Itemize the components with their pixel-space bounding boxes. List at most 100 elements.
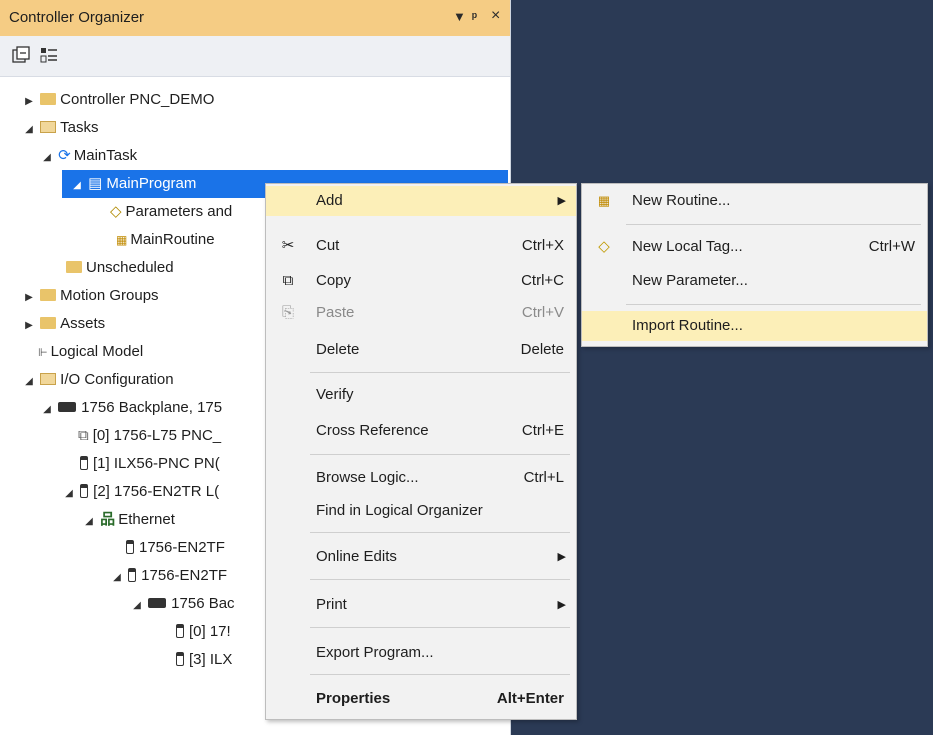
menu-item-verify[interactable]: Verify: [266, 380, 576, 410]
scissors-icon: ✂: [281, 237, 295, 254]
panel-title-bar: Controller Organizer ▼ ᵖ ×: [0, 0, 510, 36]
tree-item-controller[interactable]: ▶ Controller PNC_DEMO: [22, 86, 214, 114]
tree-item-remote-slot0[interactable]: [0] 17!: [176, 618, 231, 646]
paste-icon: ⎘: [281, 304, 294, 321]
submenu-arrow-icon: ▶: [557, 195, 566, 207]
collapse-arrow-icon[interactable]: ◢: [110, 564, 124, 592]
tree-item-ethernet[interactable]: ◢ 品 Ethernet: [82, 506, 175, 534]
program-icon: ▤: [88, 175, 103, 192]
menu-separator: [310, 627, 570, 628]
collapse-arrow-icon[interactable]: ◢: [130, 592, 144, 620]
menu-separator: [310, 579, 570, 580]
menu-item-print[interactable]: Print ▶: [266, 590, 576, 620]
tree-item-backplane-2[interactable]: ◢ 1756 Bac: [130, 590, 235, 620]
tree-item-en2tr-1[interactable]: 1756-EN2TF: [126, 534, 225, 562]
tree-item-label: Ethernet: [118, 511, 175, 528]
submenu-arrow-icon: ▶: [557, 551, 566, 563]
tree-item-label: MainRoutine: [130, 231, 215, 248]
submenu-item-new-local-tag[interactable]: ◇ New Local Tag... Ctrl+W: [582, 232, 927, 262]
menu-item-find-logical[interactable]: Find in Logical Organizer: [266, 496, 576, 526]
tree-item-slot1[interactable]: [1] ILX56-PNC PN(: [80, 450, 220, 478]
menu-item-add[interactable]: Add ▶: [266, 186, 576, 216]
tree-item-label: MainProgram: [106, 175, 197, 192]
menu-item-cut[interactable]: ✂ Cut Ctrl+X: [266, 231, 576, 261]
menu-separator: [310, 532, 570, 533]
menu-item-online-edits[interactable]: Online Edits ▶: [266, 542, 576, 572]
collapse-arrow-icon[interactable]: ◢: [22, 116, 36, 144]
open-folder-icon: [40, 121, 57, 133]
tree-item-unscheduled[interactable]: Unscheduled: [66, 254, 174, 282]
tree-item-label: [0] 1756-L75 PNC_: [92, 427, 222, 444]
tree-item-label: 1756 Bac: [171, 595, 235, 612]
tree-item-assets[interactable]: ▶ Assets: [22, 310, 105, 338]
tree-item-en2tr-2[interactable]: ◢ 1756-EN2TF: [110, 562, 227, 590]
collapse-arrow-icon[interactable]: ◢: [82, 508, 96, 536]
tree-item-mainroutine[interactable]: ▦ MainRoutine: [116, 226, 215, 254]
menu-item-paste[interactable]: ⎘ Paste Ctrl+V: [266, 298, 576, 328]
collapse-all-icon[interactable]: [12, 46, 30, 64]
tree-item-slot0[interactable]: ⧉ [0] 1756-L75 PNC_: [78, 422, 221, 450]
module-icon: [126, 540, 134, 554]
pin-icon[interactable]: ᵖ: [472, 9, 477, 24]
collapse-arrow-icon[interactable]: ◢: [40, 144, 54, 172]
tree-item-label: I/O Configuration: [60, 371, 174, 388]
properties-view-icon[interactable]: [40, 46, 58, 64]
backplane-icon: [58, 402, 77, 412]
submenu-arrow-icon: ▶: [557, 599, 566, 611]
tree-item-motion-groups[interactable]: ▶ Motion Groups: [22, 282, 159, 312]
organizer-toolbar: [0, 36, 510, 77]
tree-item-label: Tasks: [60, 119, 99, 136]
expand-arrow-icon[interactable]: ▶: [22, 88, 36, 116]
menu-item-properties[interactable]: Properties Alt+Enter: [266, 684, 576, 714]
tree-item-label: Motion Groups: [60, 287, 159, 304]
menu-item-browse-logic[interactable]: Browse Logic... Ctrl+L: [266, 463, 576, 493]
menu-item-export-program[interactable]: Export Program...: [266, 638, 576, 668]
collapse-arrow-icon[interactable]: ◢: [22, 368, 36, 396]
tree-item-logical-model[interactable]: ⊩ Logical Model: [38, 338, 143, 366]
menu-separator: [310, 372, 570, 373]
task-cycle-icon: ⟳: [58, 147, 71, 164]
close-icon[interactable]: ×: [491, 7, 500, 25]
collapse-arrow-icon[interactable]: ◢: [70, 172, 84, 200]
tree-item-label: Assets: [60, 315, 106, 332]
tree-item-backplane[interactable]: ◢ 1756 Backplane, 175: [40, 394, 222, 422]
tree-item-remote-slot3[interactable]: [3] ILX: [176, 646, 232, 674]
tree-item-parameters[interactable]: ◇ Parameters and: [110, 198, 232, 226]
module-icon: [128, 568, 137, 582]
add-submenu: ▦ New Routine... ◇ New Local Tag... Ctrl…: [581, 183, 928, 347]
folder-icon: [40, 93, 57, 105]
menu-item-copy[interactable]: ⧉ Copy Ctrl+C: [266, 266, 576, 296]
logical-model-icon: ⊩: [38, 347, 48, 359]
open-folder-icon: [40, 373, 57, 385]
expand-arrow-icon[interactable]: ▶: [22, 312, 36, 340]
tree-item-label: Unscheduled: [86, 259, 174, 276]
tree-item-io-configuration[interactable]: ◢ I/O Configuration: [22, 366, 174, 396]
collapse-arrow-icon[interactable]: ◢: [40, 396, 54, 424]
menu-separator: [626, 304, 921, 305]
routine-icon: ▦: [116, 233, 128, 247]
expand-arrow-icon[interactable]: ▶: [22, 284, 36, 312]
module-icon: [80, 456, 88, 470]
module-icon: [176, 652, 184, 666]
tree-item-label: [2] 1756-EN2TR L(: [93, 483, 220, 500]
backplane-icon: [148, 598, 167, 608]
submenu-item-import-routine[interactable]: Import Routine...: [582, 311, 927, 341]
tree-item-label: [1] ILX56-PNC PN(: [93, 455, 220, 472]
submenu-item-new-parameter[interactable]: New Parameter...: [582, 266, 927, 296]
collapse-arrow-icon[interactable]: ◢: [62, 480, 76, 508]
menu-item-delete[interactable]: Delete Delete: [266, 335, 576, 365]
submenu-item-new-routine[interactable]: ▦ New Routine...: [582, 186, 927, 216]
panel-title: Controller Organizer: [9, 9, 145, 26]
context-menu: Add ▶ ✂ Cut Ctrl+X ⧉ Copy Ctrl+C ⎘ Paste…: [265, 183, 577, 720]
tag-icon: ◇: [598, 238, 610, 255]
folder-icon: [66, 261, 82, 273]
controller-module-icon: ⧉: [78, 427, 89, 444]
tree-item-label: MainTask: [73, 147, 138, 164]
tree-item-maintask[interactable]: ◢ ⟳ MainTask: [40, 142, 137, 170]
tree-item-tasks[interactable]: ◢ Tasks: [22, 114, 99, 144]
dropdown-icon[interactable]: ▼: [453, 9, 466, 24]
tree-item-label: 1756-EN2TF: [139, 539, 225, 556]
menu-item-cross-reference[interactable]: Cross Reference Ctrl+E: [266, 416, 576, 446]
tree-item-label: 1756 Backplane, 175: [81, 399, 223, 416]
tree-item-slot2[interactable]: ◢ [2] 1756-EN2TR L(: [62, 478, 219, 506]
